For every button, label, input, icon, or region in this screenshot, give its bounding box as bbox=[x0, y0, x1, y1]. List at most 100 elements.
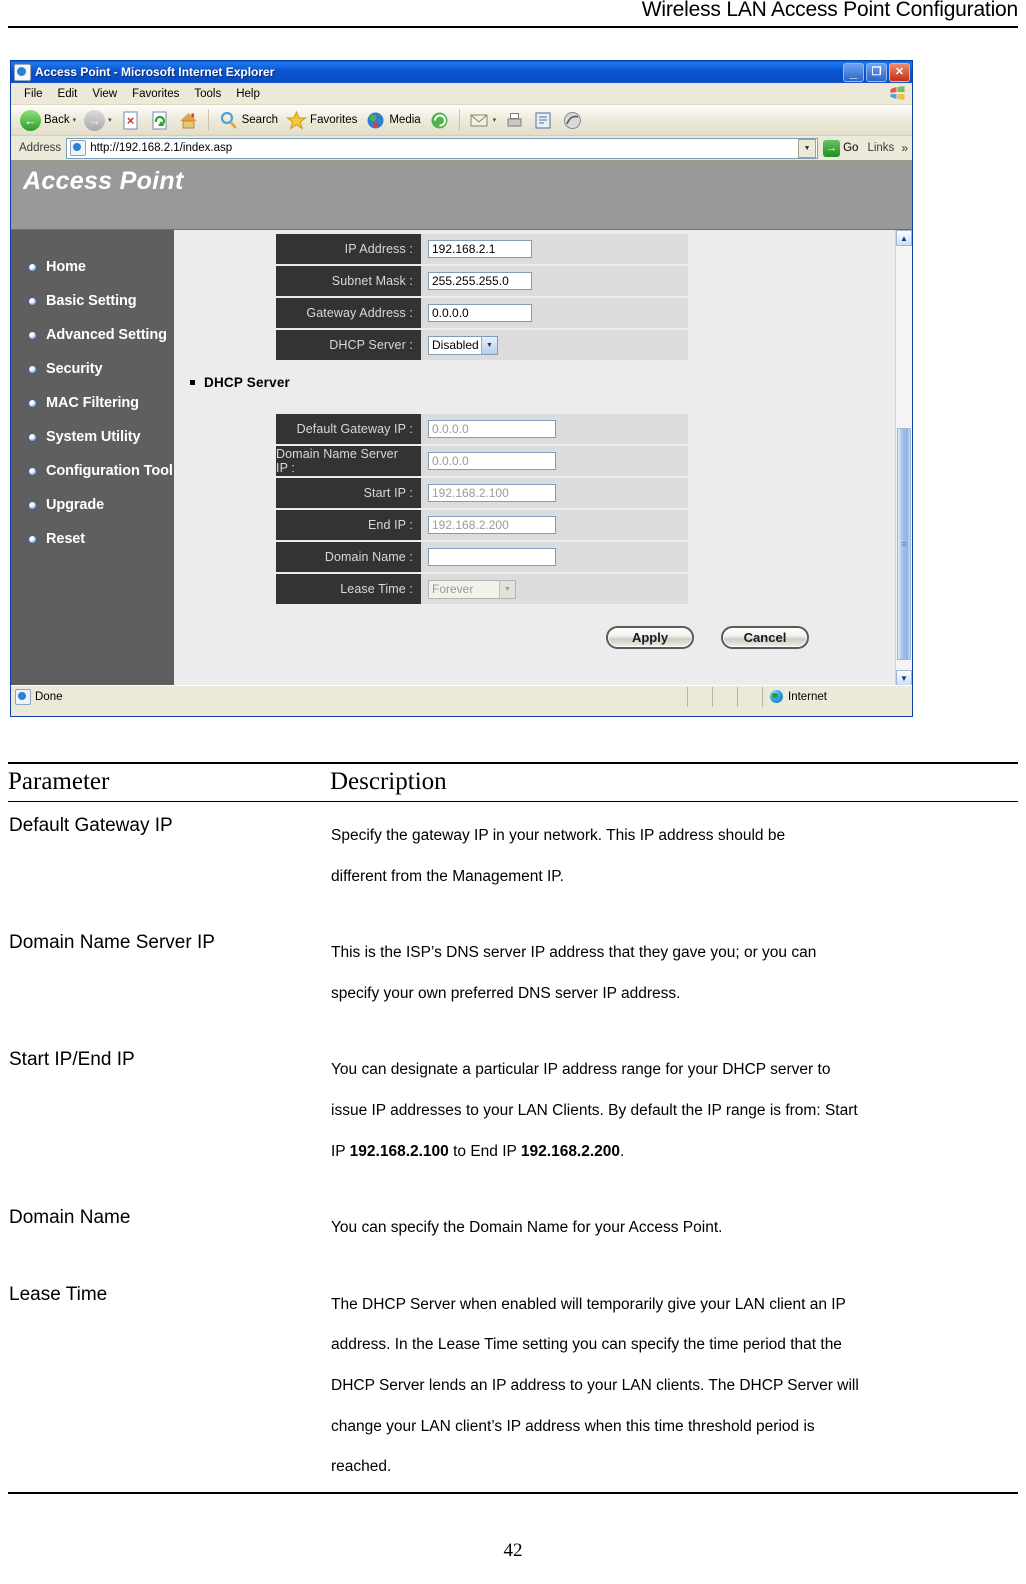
app-banner: Access Point bbox=[11, 161, 912, 230]
page-viewport: Access Point Home Basic Setting Advanced… bbox=[11, 161, 912, 685]
media-label: Media bbox=[389, 114, 421, 126]
history-button[interactable] bbox=[426, 110, 453, 131]
scroll-down-button[interactable]: ▼ bbox=[896, 670, 912, 685]
search-button[interactable]: Search bbox=[215, 110, 281, 131]
sidebar-item-label: Security bbox=[46, 361, 103, 377]
subnet-mask-input[interactable]: 255.255.255.0 bbox=[428, 272, 532, 290]
parameter-name: Domain Name bbox=[9, 1207, 131, 1229]
page-icon bbox=[70, 140, 87, 156]
sidebar-item-basic-setting[interactable]: Basic Setting bbox=[11, 284, 174, 318]
sidebar-item-label: Configuration Tool bbox=[46, 463, 173, 479]
toolbar-overflow-icon[interactable]: » bbox=[901, 141, 908, 155]
window-title: Access Point - Microsoft Internet Explor… bbox=[35, 65, 275, 79]
sidebar-item-configuration-tool[interactable]: Configuration Tool bbox=[11, 454, 174, 488]
bullet-icon bbox=[28, 432, 37, 442]
go-arrow-icon: → bbox=[823, 139, 841, 157]
sidebar-item-home[interactable]: Home bbox=[11, 250, 174, 284]
apply-button[interactable]: Apply bbox=[606, 626, 694, 649]
menu-tools[interactable]: Tools bbox=[187, 87, 229, 101]
forward-button[interactable]: → ▾ bbox=[81, 109, 115, 131]
browser-menubar: File Edit View Favorites Tools Help bbox=[11, 83, 912, 105]
discuss-button[interactable] bbox=[559, 110, 586, 131]
address-url-text: http://192.168.2.1/index.asp bbox=[90, 142, 233, 154]
mail-button[interactable]: ▾ bbox=[466, 110, 500, 131]
favorites-button[interactable]: Favorites bbox=[283, 110, 360, 131]
lan-settings-form: IP Address : 192.168.2.1 Subnet Mask : 2… bbox=[276, 234, 688, 362]
start-ip-input[interactable]: 192.168.2.100 bbox=[428, 484, 556, 502]
sidebar-item-reset[interactable]: Reset bbox=[11, 522, 174, 556]
default-gateway-ip-input[interactable]: 0.0.0.0 bbox=[428, 420, 556, 438]
minimize-button[interactable]: _ bbox=[843, 62, 864, 82]
desc-line: address. In the Lease Time setting you c… bbox=[331, 1336, 842, 1354]
lease-time-select[interactable]: Forever ▼ bbox=[428, 579, 516, 599]
back-button[interactable]: ← Back ▾ bbox=[17, 109, 79, 131]
media-button[interactable]: Media bbox=[362, 110, 423, 131]
gateway-address-value-cell: 0.0.0.0 bbox=[421, 298, 688, 328]
form-row-dhcp-server: DHCP Server : Disabled ▼ bbox=[276, 330, 688, 360]
dhcp-server-select[interactable]: Disabled ▼ bbox=[428, 335, 498, 355]
back-dropdown-icon[interactable]: ▾ bbox=[73, 116, 77, 124]
table-row: Default Gateway IP Specify the gateway I… bbox=[8, 802, 1018, 897]
form-row-lease-time: Lease Time : Forever ▼ bbox=[276, 574, 688, 604]
address-input[interactable]: http://192.168.2.1/index.asp ▼ bbox=[66, 137, 819, 159]
status-page-icon bbox=[15, 688, 31, 705]
print-button[interactable] bbox=[501, 110, 528, 131]
menu-view[interactable]: View bbox=[85, 87, 125, 101]
end-ip-input[interactable]: 192.168.2.200 bbox=[428, 516, 556, 534]
refresh-icon bbox=[149, 110, 170, 131]
address-dropdown-button[interactable]: ▼ bbox=[798, 138, 817, 158]
header-rule bbox=[8, 26, 1018, 28]
edit-page-icon bbox=[533, 110, 554, 131]
parameter-name: Lease Time bbox=[9, 1283, 108, 1305]
stop-button[interactable]: × bbox=[117, 110, 144, 131]
sidebar-item-label: Upgrade bbox=[46, 497, 105, 513]
edit-button[interactable] bbox=[530, 110, 557, 131]
go-button[interactable]: → Go bbox=[823, 139, 858, 157]
forward-arrow-icon: → bbox=[84, 109, 106, 131]
sidebar-item-security[interactable]: Security bbox=[11, 352, 174, 386]
sidebar-item-mac-filtering[interactable]: MAC Filtering bbox=[11, 386, 174, 420]
parameter-description: Specify the gateway IP in your network. … bbox=[331, 816, 1018, 897]
refresh-button[interactable] bbox=[146, 110, 173, 131]
parameter-description: This is the ISP’s DNS server IP address … bbox=[331, 933, 1018, 1014]
ip-address-input[interactable]: 192.168.2.1 bbox=[428, 240, 532, 258]
parameter-description-table: Parameter Description Default Gateway IP… bbox=[8, 762, 1018, 1494]
security-zone-label: Internet bbox=[788, 690, 827, 703]
bullet-icon bbox=[28, 466, 37, 476]
parameter-description: You can designate a particular IP addres… bbox=[331, 1050, 1018, 1172]
subnet-mask-value-cell: 255.255.255.0 bbox=[421, 266, 688, 296]
star-icon bbox=[286, 110, 308, 131]
scrollbar-thumb[interactable]: ≡ bbox=[897, 428, 911, 660]
menu-file[interactable]: File bbox=[17, 87, 51, 101]
cancel-button[interactable]: Cancel bbox=[721, 626, 809, 649]
mail-dropdown-icon[interactable]: ▾ bbox=[493, 116, 497, 124]
table-bottom-rule bbox=[8, 1491, 1018, 1494]
forward-dropdown-icon[interactable]: ▾ bbox=[108, 116, 112, 124]
start-ip-value-cell: 192.168.2.100 bbox=[421, 478, 688, 508]
sidebar-item-label: Reset bbox=[46, 531, 85, 547]
close-button[interactable]: ✕ bbox=[889, 62, 910, 82]
sidebar-item-upgrade[interactable]: Upgrade bbox=[11, 488, 174, 522]
status-panel bbox=[737, 686, 762, 707]
sidebar-item-advanced-setting[interactable]: Advanced Setting bbox=[11, 318, 174, 352]
end-ip-value: 192.168.2.200 bbox=[520, 1142, 621, 1160]
gateway-address-input[interactable]: 0.0.0.0 bbox=[428, 304, 532, 322]
menu-favorites[interactable]: Favorites bbox=[125, 87, 187, 101]
address-label: Address bbox=[19, 142, 62, 154]
sidebar-item-system-utility[interactable]: System Utility bbox=[11, 420, 174, 454]
domain-name-server-ip-input[interactable]: 0.0.0.0 bbox=[428, 452, 556, 470]
domain-name-input[interactable] bbox=[428, 548, 556, 566]
menu-edit[interactable]: Edit bbox=[51, 87, 86, 101]
page-vertical-scrollbar[interactable]: ▲ ≡ ▼ bbox=[895, 230, 912, 685]
restore-button[interactable]: ❐ bbox=[866, 62, 887, 82]
menu-help[interactable]: Help bbox=[229, 87, 268, 101]
links-label[interactable]: Links bbox=[867, 142, 894, 154]
table-header-row: Parameter Description bbox=[8, 764, 1018, 801]
search-icon bbox=[218, 110, 239, 131]
history-icon bbox=[429, 110, 450, 131]
desc-line: issue IP addresses to your LAN Clients. … bbox=[331, 1102, 858, 1120]
dhcp-settings-form: Default Gateway IP : 0.0.0.0 Domain Name… bbox=[276, 414, 688, 606]
home-button[interactable] bbox=[175, 110, 202, 131]
scroll-up-button[interactable]: ▲ bbox=[896, 230, 912, 246]
statusbar-panels: Internet bbox=[687, 686, 912, 707]
